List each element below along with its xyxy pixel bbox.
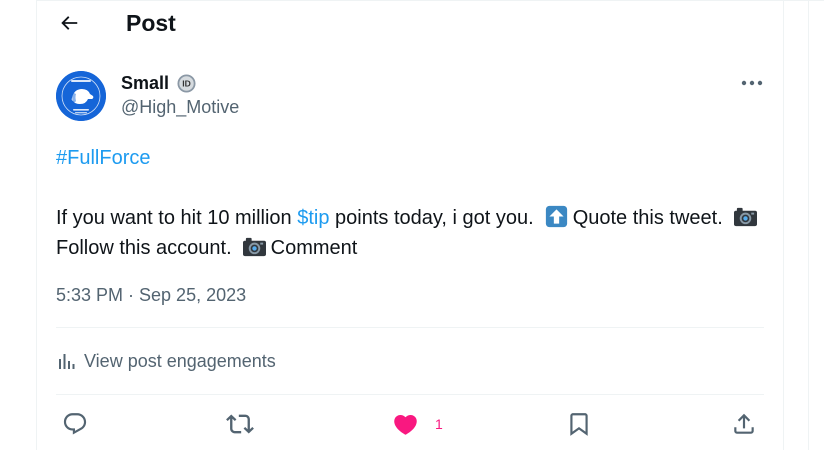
tweet-text-comment: Comment	[270, 237, 358, 259]
reply-bubble-icon	[63, 413, 87, 435]
more-dots-icon	[741, 80, 763, 86]
divider-bottom	[56, 394, 764, 395]
tweet-text-quote: Quote this tweet.	[572, 207, 723, 229]
post-timestamp[interactable]: 5:33 PM · Sep 25, 2023	[56, 284, 246, 306]
back-button[interactable]	[54, 8, 84, 38]
bookmark-button[interactable]	[566, 409, 592, 439]
tweet-text-part1: If you want to hit 10 million	[56, 207, 298, 229]
author-handle[interactable]: @High_Motive	[121, 96, 239, 118]
arrow-left-icon	[61, 16, 78, 30]
heart-filled-icon	[394, 414, 417, 435]
hashtag-link[interactable]: #FullForce	[56, 146, 150, 170]
post-page: Post Small ID @High_Motive #FullForce If…	[0, 0, 824, 450]
page-title: Post	[126, 10, 176, 36]
id-badge-label: ID	[182, 79, 191, 89]
repost-button[interactable]	[226, 409, 254, 439]
like-button[interactable]: 1	[392, 409, 443, 439]
bookmark-icon	[570, 413, 588, 436]
camera-emoji-icon-2	[242, 237, 266, 257]
id-verification-badge-icon: ID	[177, 74, 196, 93]
beagle-logo-icon	[56, 71, 106, 121]
share-upload-icon	[734, 413, 754, 434]
divider-top	[56, 327, 764, 328]
more-options-button[interactable]	[737, 70, 767, 96]
right-sidebar-edge	[808, 0, 824, 450]
view-engagements-label: View post engagements	[84, 350, 276, 371]
reply-button[interactable]	[62, 409, 88, 439]
up-arrow-emoji-icon	[545, 205, 567, 228]
avatar[interactable]	[56, 71, 106, 121]
author-display-name[interactable]: Small	[121, 72, 169, 94]
tweet-text: If you want to hit 10 million $tip point…	[56, 203, 762, 263]
tweet-text-follow: Follow this account.	[56, 237, 232, 259]
cashtag-link[interactable]: $tip	[297, 207, 329, 229]
share-button[interactable]	[731, 409, 757, 439]
tweet-text-part2: points today, i got you.	[329, 207, 534, 229]
view-engagements-link[interactable]: View post engagements	[56, 348, 276, 374]
repost-arrows-icon	[226, 414, 254, 434]
like-count: 1	[435, 416, 443, 432]
camera-emoji-icon	[733, 207, 757, 227]
analytics-bars-icon	[59, 354, 75, 369]
